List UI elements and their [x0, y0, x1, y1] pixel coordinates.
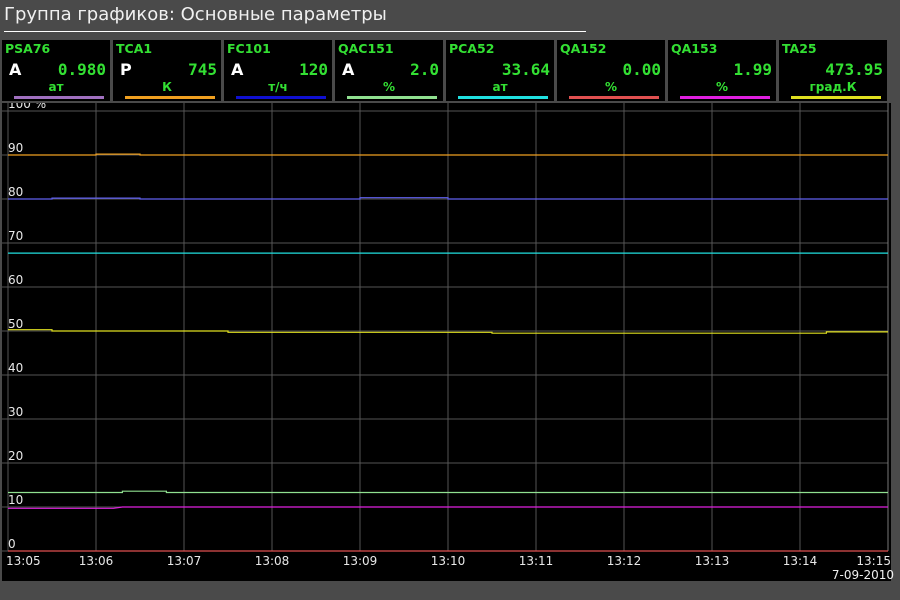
- tile-name: TA25: [782, 41, 817, 56]
- tile-mode: P: [120, 60, 132, 79]
- window-title: Группа графиков: Основные параметры: [4, 4, 387, 25]
- tile-unit: %: [604, 80, 618, 94]
- tile-name: QA152: [560, 41, 607, 56]
- tile-color-bar: [458, 96, 548, 99]
- tile-mode: A: [231, 60, 244, 79]
- y-tick-label: 20: [8, 449, 23, 463]
- tile-color-bar: [14, 96, 104, 99]
- tile-qac151[interactable]: QAC151 A 2.0%: [335, 40, 443, 101]
- tile-unit: %: [382, 80, 396, 94]
- x-tick-label: 13:06: [79, 554, 114, 568]
- tile-name: PSA76: [5, 41, 51, 56]
- title-underline: [4, 31, 586, 32]
- tile-name: QA153: [671, 41, 718, 56]
- tile-unit: град.К: [809, 80, 857, 94]
- x-tick-label: 13:10: [431, 554, 466, 568]
- tile-value: 745: [188, 60, 217, 79]
- y-tick-label: 60: [8, 273, 23, 287]
- series-line-1: [8, 197, 888, 200]
- tile-tca1[interactable]: TCA1 P 745 К: [113, 40, 221, 101]
- chart-date: 7-09-2010: [831, 568, 894, 582]
- tile-mode: A: [9, 60, 22, 79]
- x-tick-label: 13:07: [167, 554, 202, 568]
- parameter-tiles: PSA76 A 0.980 ат TCA1 P 745 К FC101 A 120 т/ч QAC151…: [2, 40, 890, 101]
- tile-name: TCA1: [116, 41, 153, 56]
- tile-unit: %: [715, 80, 729, 94]
- x-tick-label: 13:13: [695, 554, 730, 568]
- x-tick-label: 13:12: [607, 554, 642, 568]
- tile-color-bar: [680, 96, 770, 99]
- tile-value: 473.95: [825, 60, 883, 79]
- tile-qa152[interactable]: QA152 0.00%: [557, 40, 665, 101]
- y-tick-label: 0: [8, 537, 16, 551]
- tile-psa76[interactable]: PSA76 A 0.980 ат: [2, 40, 110, 101]
- tile-name: FC101: [227, 41, 271, 56]
- tile-value: 2.0: [410, 60, 439, 79]
- tile-value: 1.99: [733, 60, 772, 79]
- tile-value: 0.980: [57, 60, 106, 79]
- y-tick-label: 70: [8, 229, 23, 243]
- tile-unit: К: [162, 80, 172, 94]
- title-bar: Группа графиков: Основные параметры: [0, 0, 900, 38]
- tile-unit: ат: [48, 80, 64, 94]
- x-tick-label: 13:05: [6, 554, 41, 568]
- tile-unit: т/ч: [268, 80, 288, 94]
- y-tick-label: 40: [8, 361, 23, 375]
- tile-mode: A: [342, 60, 355, 79]
- y-tick-label: 10: [8, 493, 23, 507]
- x-tick-label: 13:08: [255, 554, 290, 568]
- trend-chart-svg: 100 % 90 80 70 60 50 40 30 20 10 0 13:05 13:06 13:07 1…: [2, 103, 891, 568]
- tile-ta25[interactable]: TA25 473.95 град.К: [779, 40, 887, 101]
- tile-fc101[interactable]: FC101 A 120 т/ч: [224, 40, 332, 101]
- tile-color-bar: [125, 96, 215, 99]
- tile-qa153[interactable]: QA153 1.99%: [668, 40, 776, 101]
- tile-color-bar: [347, 96, 437, 99]
- y-tick-label: 100 %: [8, 103, 46, 111]
- tile-value: 0.00: [622, 60, 661, 79]
- tile-pca52[interactable]: PCA52 33.64 ат: [446, 40, 554, 101]
- tile-value: 33.64: [501, 60, 550, 79]
- tile-value: 120: [299, 60, 328, 79]
- tile-color-bar: [569, 96, 659, 99]
- tile-unit: ат: [492, 80, 508, 94]
- y-tick-label: 50: [8, 317, 23, 331]
- y-tick-label: 80: [8, 185, 23, 199]
- y-tick-label: 90: [8, 141, 23, 155]
- tile-name: QAC151: [338, 41, 394, 56]
- x-tick-label: 13:14: [783, 554, 818, 568]
- x-tick-label: 13:15: [856, 554, 891, 568]
- x-tick-label: 13:09: [343, 554, 378, 568]
- tile-color-bar: [236, 96, 326, 99]
- y-tick-label: 30: [8, 405, 23, 419]
- tile-name: PCA52: [449, 41, 495, 56]
- x-tick-label: 13:11: [519, 554, 554, 568]
- trend-chart: 100 % 90 80 70 60 50 40 30 20 10 0 13:05 13:06 13:07 1…: [2, 103, 891, 581]
- tile-color-bar: [791, 96, 881, 99]
